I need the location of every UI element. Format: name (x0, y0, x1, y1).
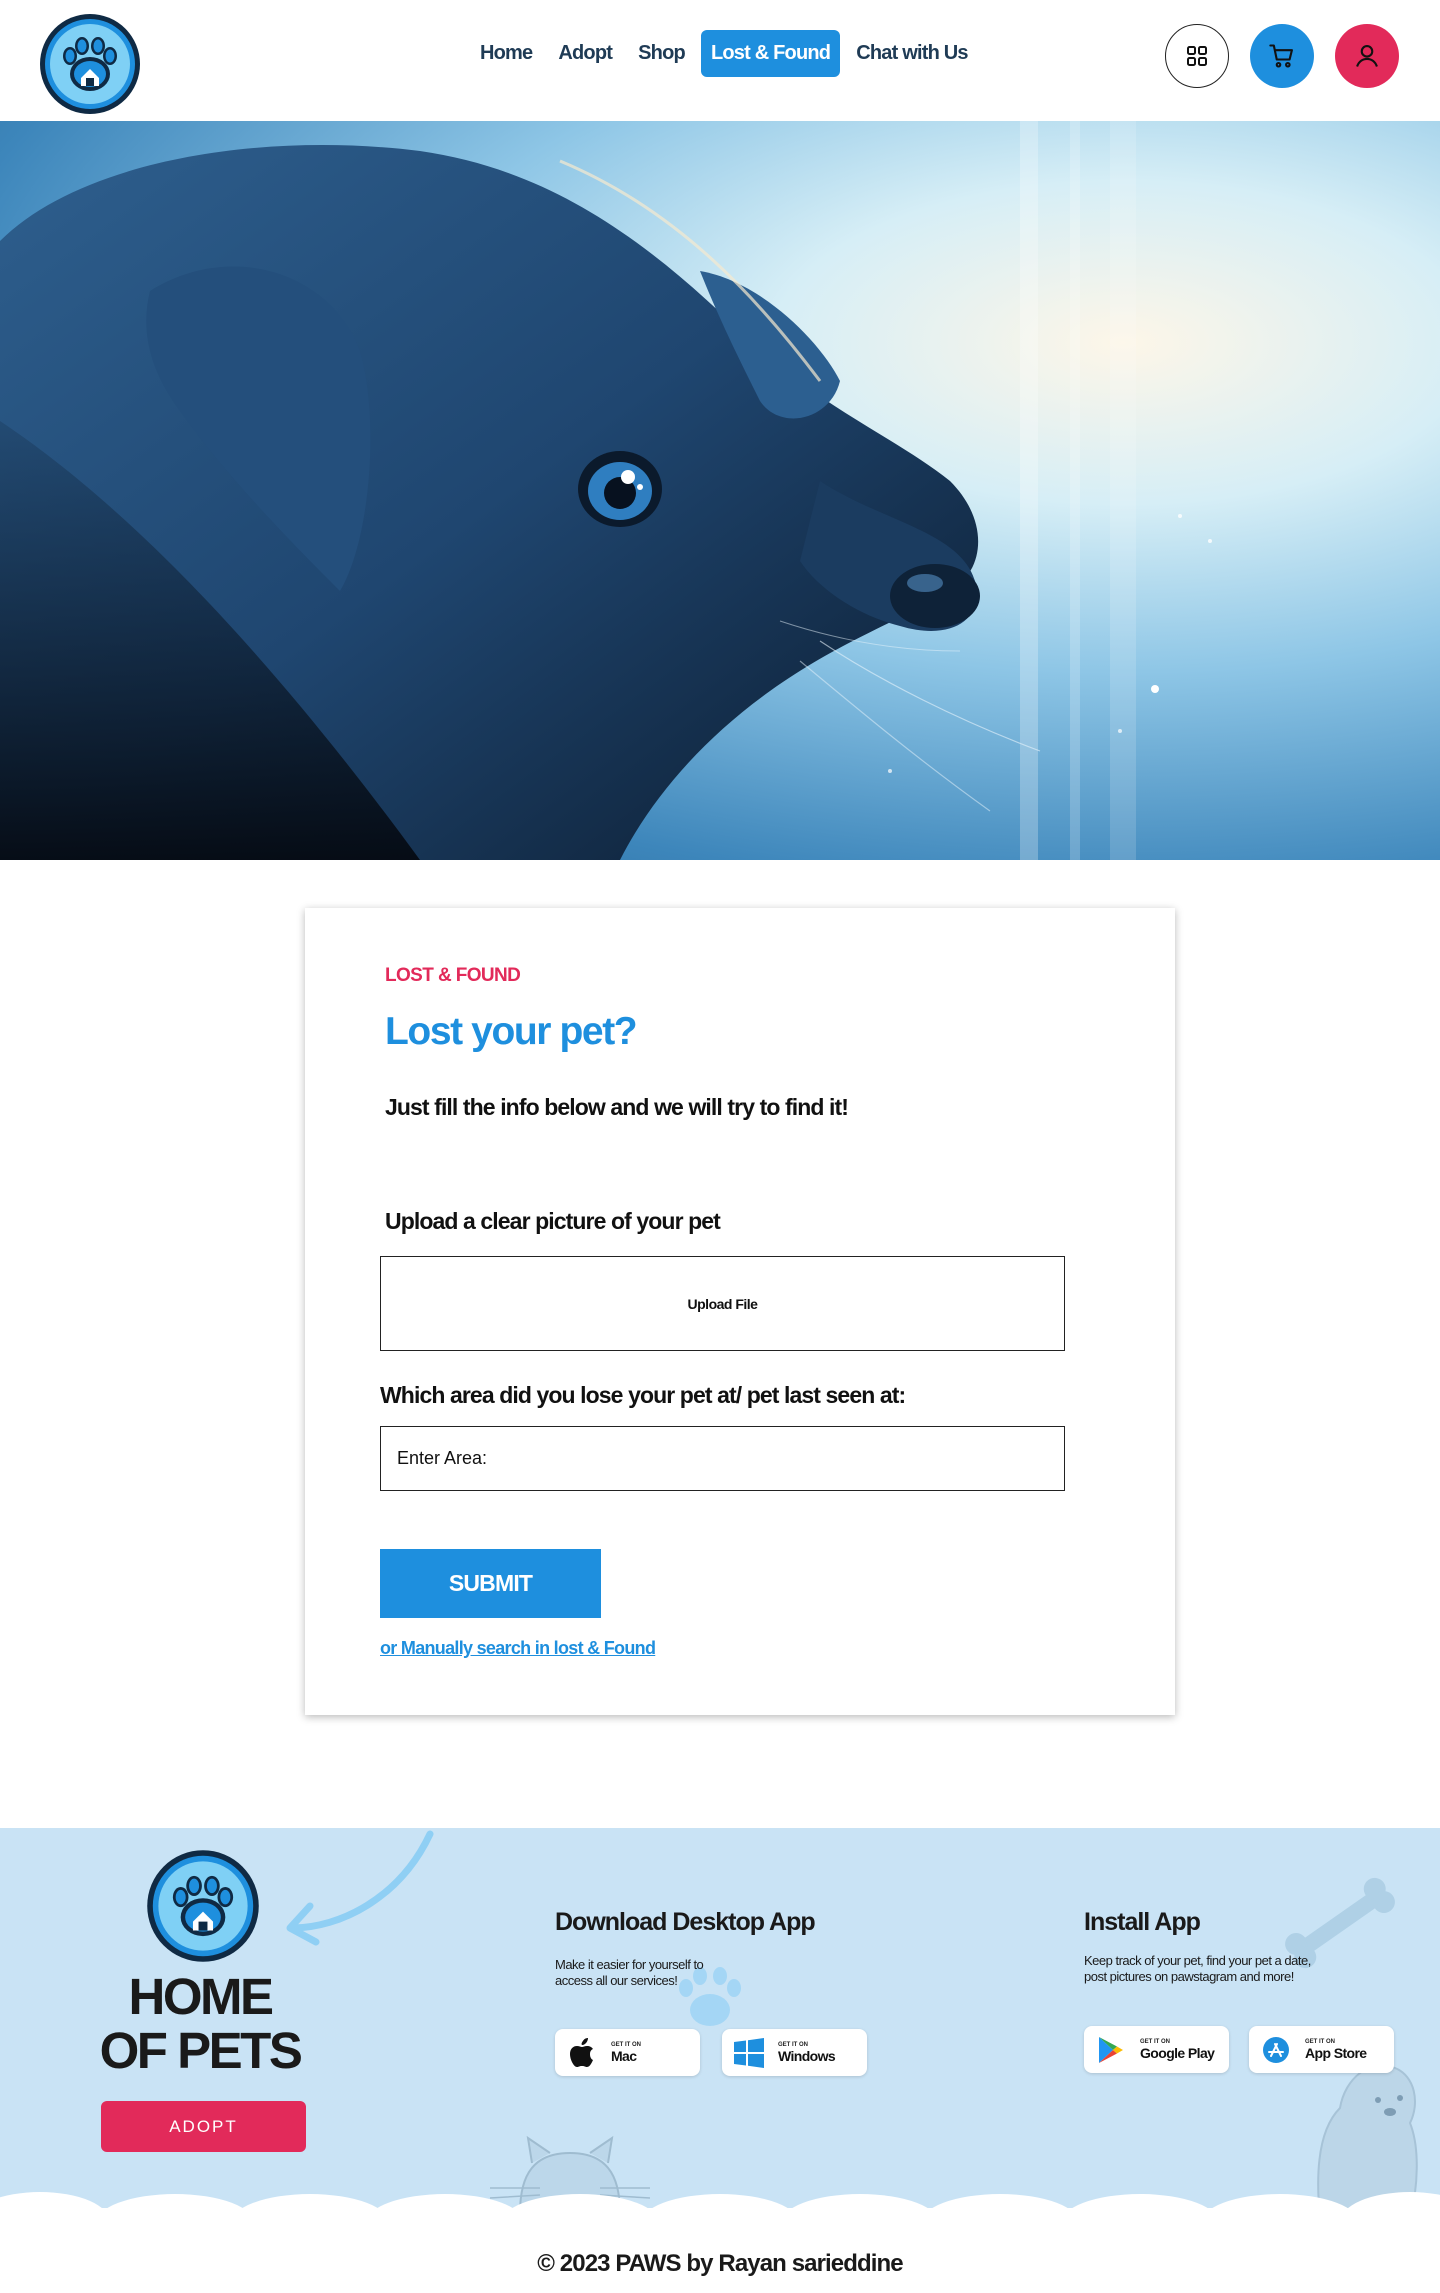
windows-store-button[interactable]: GET IT ON Windows (722, 2029, 867, 2076)
form-title: Lost your pet? (385, 1010, 638, 1053)
grid-menu-button[interactable] (1165, 24, 1229, 88)
lost-found-form-card: LOST & FOUND Lost your pet? Just fill th… (305, 908, 1175, 1715)
footer-brand-line2: OF PETS (99, 2022, 303, 2079)
form-subtitle: Just fill the info below and we will try… (385, 1094, 849, 1120)
area-label: Which area did you lose your pet at/ pet… (380, 1382, 906, 1408)
install-app-heading: Install App (1084, 1908, 1201, 1936)
site-header: Home Adopt Shop Lost & Found Chat with U… (0, 0, 1440, 121)
upload-label: Upload a clear picture of your pet (385, 1208, 721, 1234)
apple-icon (567, 2037, 597, 2068)
paws-logo[interactable] (38, 12, 142, 116)
section-eyebrow: LOST & FOUND (385, 965, 521, 986)
copyright-text: © 2023 PAWS by Rayan sarieddine (537, 2250, 903, 2277)
app-store-button[interactable]: GET IT ON App Store (1249, 2026, 1394, 2073)
desktop-app-text-line1: Make it easier for yourself to (555, 1957, 704, 1972)
page: Home Adopt Shop Lost & Found Chat with U… (0, 0, 1440, 2293)
desktop-app-text-line2: access all our services! (555, 1973, 678, 1988)
manual-search-link[interactable]: or Manually search in lost & Found (380, 1638, 656, 1659)
install-app-text-line1: Keep track of your pet, find your pet a … (1084, 1953, 1311, 1968)
cart-button[interactable] (1250, 24, 1314, 88)
arrow-decoration (286, 1830, 434, 1946)
windows-icon (734, 2037, 764, 2068)
footer-adopt-button[interactable]: ADOPT (101, 2101, 306, 2152)
desktop-app-heading: Download Desktop App (555, 1908, 816, 1936)
submit-button[interactable]: SUBMIT (380, 1549, 601, 1618)
footer-brand: HOME OF PETS (90, 1970, 310, 2078)
mac-store-button[interactable]: GET IT ON Mac (555, 2029, 700, 2076)
windows-store-name: Windows (778, 2047, 836, 2064)
footer-logo[interactable] (145, 1848, 261, 1964)
app-store-name: App Store (1305, 2044, 1367, 2061)
app-store-icon (1261, 2035, 1291, 2065)
google-play-button[interactable]: GET IT ON Google Play (1084, 2026, 1229, 2073)
install-app-text-line2: post pictures on pawstagram and more! (1084, 1969, 1294, 1984)
nav-shop[interactable]: Shop (628, 30, 695, 77)
google-play-name: Google Play (1140, 2044, 1215, 2061)
upload-file-button[interactable]: Upload File (380, 1256, 1065, 1351)
grid-icon (1187, 46, 1207, 66)
desktop-app-text: Make it easier for yourself to access al… (555, 1957, 704, 1989)
main-nav: Home Adopt Shop Lost & Found Chat with U… (470, 30, 984, 77)
nav-chat[interactable]: Chat with Us (846, 30, 978, 77)
cart-icon (1269, 44, 1293, 68)
nav-lost-found[interactable]: Lost & Found (700, 30, 841, 77)
user-icon (1356, 45, 1378, 67)
google-play-icon (1096, 2035, 1126, 2065)
dog-illustration (0, 121, 1212, 860)
nav-home[interactable]: Home (470, 30, 542, 77)
area-input[interactable] (380, 1426, 1065, 1491)
hero-dog-image (0, 121, 1440, 860)
mac-store-name: Mac (611, 2047, 637, 2064)
install-app-text: Keep track of your pet, find your pet a … (1084, 1953, 1311, 1985)
nav-adopt[interactable]: Adopt (548, 30, 622, 77)
footer-brand-line1: HOME (128, 1968, 275, 2025)
account-button[interactable] (1335, 24, 1399, 88)
